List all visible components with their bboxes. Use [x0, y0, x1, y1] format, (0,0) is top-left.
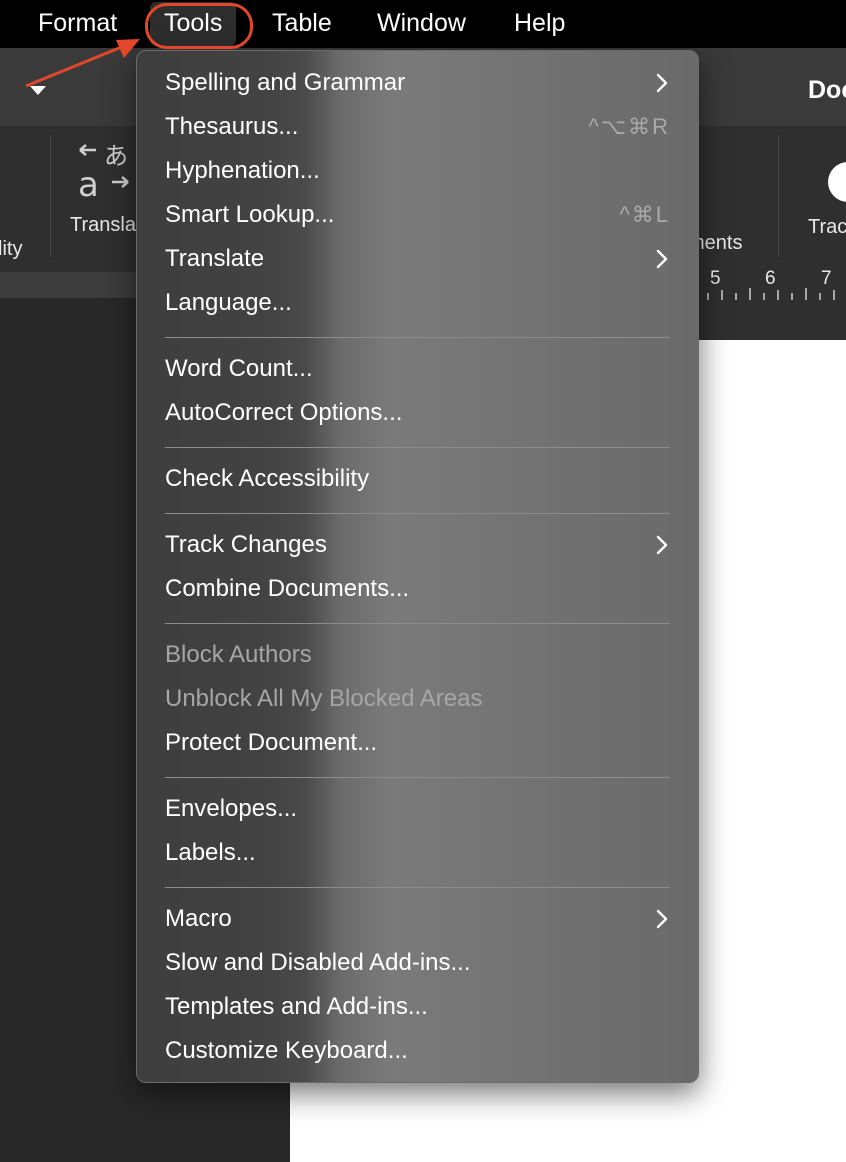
menu-bar: Format Tools Table Window Help — [0, 0, 846, 48]
chevron-right-icon — [656, 909, 668, 929]
chevron-right-icon — [656, 73, 668, 93]
svg-text:あ: あ — [104, 142, 128, 170]
ribbon-translate-label[interactable]: Transla — [70, 214, 136, 237]
chevron-right-icon — [656, 535, 668, 555]
menu-item-language[interactable]: Language... — [137, 282, 698, 324]
menu-item-translate[interactable]: Translate — [137, 238, 698, 280]
keyboard-shortcut: ^⌘L — [619, 202, 670, 227]
menu-divider — [165, 447, 670, 448]
menu-item-envelopes[interactable]: Envelopes... — [137, 788, 698, 830]
menu-item-label: Envelopes... — [165, 795, 298, 822]
menu-tools[interactable]: Tools — [150, 2, 237, 46]
menu-item-label: Labels... — [165, 839, 256, 866]
document-title: Doc — [808, 76, 846, 104]
menu-item-thesaurus[interactable]: Thesaurus... ^⌥⌘R — [137, 106, 698, 148]
menu-divider — [165, 887, 670, 888]
menu-item-autocorrect-options[interactable]: AutoCorrect Options... — [137, 392, 698, 434]
menu-item-label: Spelling and Grammar — [165, 69, 406, 96]
menu-item-spelling-and-grammar[interactable]: Spelling and Grammar — [137, 62, 698, 104]
menu-item-label: Block Authors — [165, 641, 312, 668]
menu-divider — [165, 623, 670, 624]
menu-item-label: Thesaurus... — [165, 113, 299, 140]
ribbon-track-label[interactable]: Trac — [808, 216, 846, 239]
menu-item-label: Customize Keyboard... — [165, 1037, 408, 1064]
menu-item-label: Macro — [165, 905, 232, 932]
menu-item-label: Translate — [165, 245, 265, 272]
menu-item-label: Templates and Add-ins... — [165, 993, 428, 1020]
menu-table[interactable]: Table — [258, 0, 346, 48]
menu-item-customize-keyboard[interactable]: Customize Keyboard... — [137, 1030, 698, 1072]
menu-divider — [165, 777, 670, 778]
menu-item-label: Unblock All My Blocked Areas — [165, 685, 483, 712]
menu-item-macro[interactable]: Macro — [137, 898, 698, 940]
menu-item-protect-document[interactable]: Protect Document... — [137, 722, 698, 764]
menu-divider — [165, 513, 670, 514]
menu-item-unblock-all-my-blocked-areas: Unblock All My Blocked Areas — [137, 678, 698, 720]
menu-item-label: Slow and Disabled Add-ins... — [165, 949, 471, 976]
menu-item-block-authors: Block Authors — [137, 634, 698, 676]
tools-menu: Spelling and Grammar Thesaurus... ^⌥⌘R Hyph… — [136, 50, 699, 1083]
menu-item-label: Word Count... — [165, 355, 313, 382]
menu-item-label: Hyphenation... — [165, 157, 320, 184]
svg-text:a: a — [78, 165, 99, 202]
menu-item-label: Protect Document... — [165, 729, 378, 756]
ribbon-divider — [50, 135, 51, 257]
menu-divider — [165, 337, 670, 338]
menu-item-slow-and-disabled-add-ins[interactable]: Slow and Disabled Add-ins... — [137, 942, 698, 984]
menu-format[interactable]: Format — [24, 0, 131, 48]
menu-item-label: Track Changes — [165, 531, 327, 558]
menu-item-labels[interactable]: Labels... — [137, 832, 698, 874]
menu-item-combine-documents[interactable]: Combine Documents... — [137, 568, 698, 610]
ribbon-divider — [778, 135, 779, 257]
menu-item-hyphenation[interactable]: Hyphenation... — [137, 150, 698, 192]
menu-item-check-accessibility[interactable]: Check Accessibility — [137, 458, 698, 500]
menu-item-templates-and-add-ins[interactable]: Templates and Add-ins... — [137, 986, 698, 1028]
keyboard-shortcut: ^⌥⌘R — [588, 114, 670, 139]
menu-window[interactable]: Window — [363, 0, 480, 48]
menu-help[interactable]: Help — [500, 0, 579, 48]
menu-item-smart-lookup[interactable]: Smart Lookup... ^⌘L — [137, 194, 698, 236]
translate-icon[interactable]: あ a — [74, 142, 134, 202]
chevron-down-icon[interactable] — [30, 86, 46, 95]
menu-item-label: Check Accessibility — [165, 465, 370, 492]
ribbon-accessibility-label[interactable]: lity — [0, 238, 22, 261]
chevron-right-icon — [656, 249, 668, 269]
menu-item-label: Language... — [165, 289, 292, 316]
menu-item-label: Smart Lookup... — [165, 201, 335, 228]
menu-item-label: AutoCorrect Options... — [165, 399, 403, 426]
menu-item-word-count[interactable]: Word Count... — [137, 348, 698, 390]
menu-item-label: Combine Documents... — [165, 575, 410, 602]
menu-item-track-changes[interactable]: Track Changes — [137, 524, 698, 566]
ruler-ticks — [693, 288, 835, 300]
